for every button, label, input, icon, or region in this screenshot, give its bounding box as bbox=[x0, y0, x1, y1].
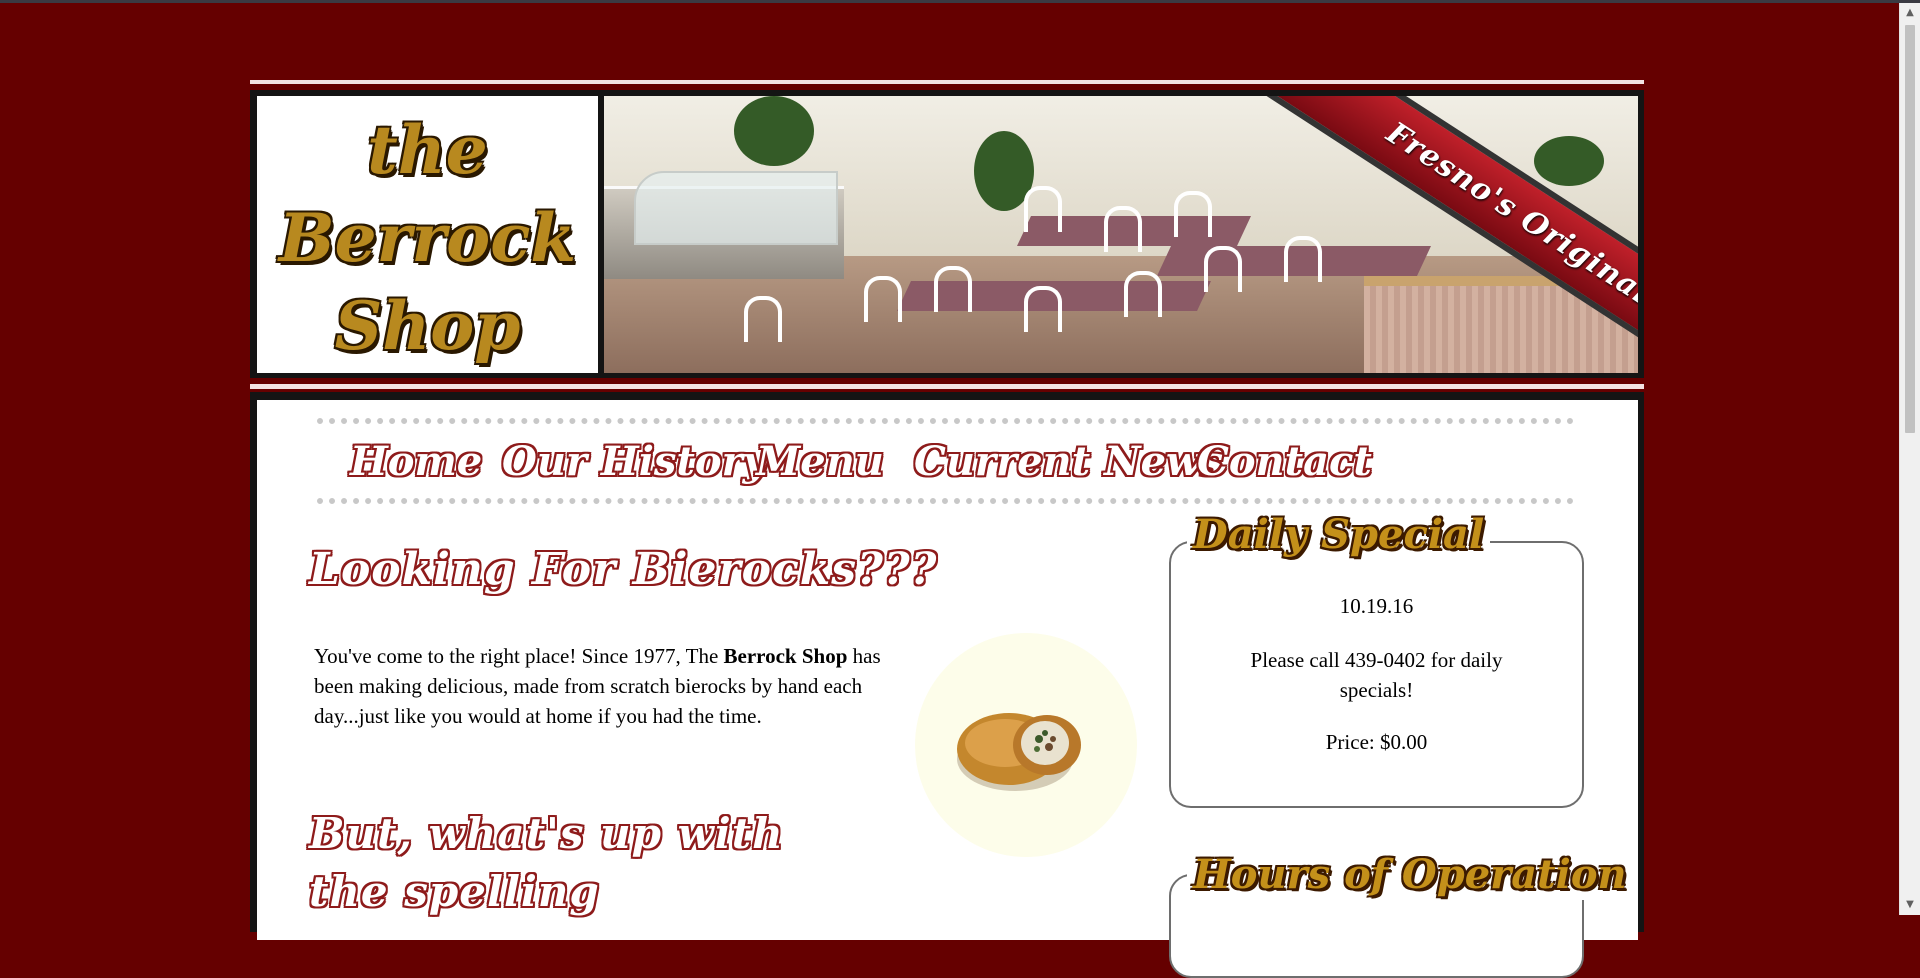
intro-text-start: You've come to the right place! Since 19… bbox=[314, 644, 724, 668]
logo-text-shop: Shop bbox=[334, 287, 521, 365]
special-message: Please call 439-0402 for daily specials! bbox=[1250, 648, 1503, 702]
chevron-down-icon[interactable]: ▼ bbox=[1900, 897, 1920, 913]
photo-plant bbox=[734, 96, 814, 166]
intro-paragraph: You've come to the right place! Since 19… bbox=[314, 641, 912, 731]
header-bottom-rule bbox=[250, 384, 1644, 389]
content-panel: Home Our History Menu Current News Conta… bbox=[257, 400, 1638, 978]
daily-special-box: 10.19.16 Please call 439-0402 for daily … bbox=[1169, 541, 1584, 808]
nav-bottom-divider bbox=[317, 498, 1574, 504]
fresnos-original-banner: Fresno's Original bbox=[1262, 96, 1638, 373]
photo-chair bbox=[744, 296, 782, 342]
logo-text-berrock: Berrock bbox=[278, 199, 577, 277]
chevron-up-icon[interactable]: ▲ bbox=[1900, 5, 1920, 21]
bierock-image bbox=[957, 713, 1081, 791]
special-date: 10.19.16 bbox=[1339, 594, 1414, 618]
nav-our-history[interactable]: Our History bbox=[502, 434, 766, 490]
photo-chair bbox=[864, 276, 902, 322]
photo-chair bbox=[1024, 186, 1062, 232]
photo-chair bbox=[934, 266, 972, 312]
nav-menu[interactable]: Menu bbox=[756, 434, 884, 490]
photo-chair bbox=[1174, 191, 1212, 237]
header-top-rule bbox=[250, 80, 1644, 84]
browser-top-edge bbox=[0, 0, 1920, 3]
nav-current-news[interactable]: Current News bbox=[914, 434, 1223, 490]
photo-chair bbox=[1104, 206, 1142, 252]
nav-top-divider bbox=[317, 418, 1574, 424]
nav-home[interactable]: Home bbox=[350, 434, 482, 490]
hours-title: Hours of Operation bbox=[1187, 850, 1633, 900]
site-header: the Berrock Shop Fresno's Original bbox=[250, 90, 1644, 378]
site-logo[interactable]: the Berrock Shop bbox=[257, 96, 598, 373]
main-nav: Home Our History Menu Current News Conta… bbox=[317, 434, 1574, 490]
photo-display-case bbox=[634, 171, 838, 245]
content-frame: Home Our History Menu Current News Conta… bbox=[250, 392, 1644, 978]
spelling-heading: But, what's up with the spelling bbox=[309, 809, 784, 916]
page-scrollbar[interactable]: ▲ ▼ bbox=[1899, 3, 1920, 915]
scrollbar-thumb[interactable] bbox=[1905, 25, 1915, 433]
special-price: Price: $0.00 bbox=[1325, 730, 1428, 754]
page-title: Looking For Bierocks??? bbox=[309, 544, 938, 595]
photo-chair bbox=[1024, 286, 1062, 332]
restaurant-photo: Fresno's Original bbox=[604, 96, 1638, 373]
daily-special-title: Daily Special bbox=[1187, 510, 1491, 560]
corner-banner: Fresno's Original bbox=[1218, 96, 1638, 373]
intro-shop-name: Berrock Shop bbox=[723, 644, 848, 668]
nav-contact[interactable]: Contact bbox=[1197, 434, 1372, 490]
photo-chair bbox=[1124, 271, 1162, 317]
logo-text-the: the bbox=[367, 111, 488, 189]
